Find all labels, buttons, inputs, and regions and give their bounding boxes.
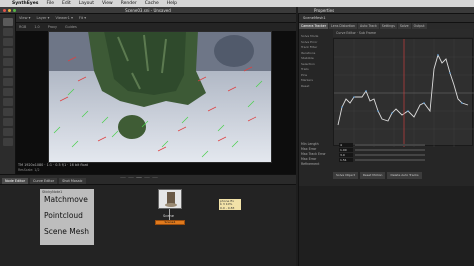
param-label: Max Error xyxy=(301,157,317,161)
note-node[interactable]: phone fix b 3 10% 0.0 - 0.83 xyxy=(219,199,241,210)
menu-app[interactable]: SynthEyes xyxy=(8,1,42,6)
measure-tool-icon[interactable] xyxy=(3,138,13,146)
solve-error-curve xyxy=(334,39,474,147)
reset-motion-button[interactable]: Reset Motion xyxy=(359,172,386,179)
param-label: Max Error xyxy=(301,147,317,151)
crop-tool-icon[interactable] xyxy=(3,38,13,46)
text-tool-icon[interactable] xyxy=(3,108,13,116)
param-row: Refinement xyxy=(301,162,473,167)
mesh-tool-icon[interactable] xyxy=(3,88,13,96)
app-window: SynthEyes File Edit Layout View Render C… xyxy=(0,0,474,266)
zoom-tool-icon[interactable] xyxy=(3,118,13,126)
node-editor[interactable]: StickyNote1 Matchmove Pointcloud Scene M… xyxy=(0,184,296,266)
properties-header: SceneMesh1 xyxy=(299,14,474,23)
tracker-tool-icon[interactable] xyxy=(3,68,13,76)
properties-panel: SceneMesh1 Camera Tracker Lens Distortio… xyxy=(298,14,474,266)
tab-camera-tracker[interactable]: Camera Tracker xyxy=(299,23,329,29)
sticky-line-scene-mesh: Scene Mesh xyxy=(44,227,89,236)
properties-window-title: Properties xyxy=(314,8,335,13)
param-field[interactable]: 1.51 xyxy=(339,157,353,162)
guides-toggle[interactable]: Guides xyxy=(65,25,77,29)
note-line-3: 0.0 - 0.83 xyxy=(220,205,235,210)
param-field[interactable]: 4 xyxy=(339,142,353,147)
solve-parameters: Min Length 4 Max Error 1.00 Max Track Er… xyxy=(301,142,473,167)
sticky-line-pointcloud: Pointcloud xyxy=(44,211,83,220)
hand-tool-icon[interactable] xyxy=(3,128,13,136)
select-tool-icon[interactable] xyxy=(3,18,13,26)
param-field[interactable]: 3.0 xyxy=(339,152,353,157)
properties-list: Solve Mode Solve Error Track Filter Iter… xyxy=(301,34,331,89)
viewer-status: TM 1920x1080 · 1:1 · 0.5 f/1 · 16 bit fl… xyxy=(18,163,88,167)
param-slider[interactable] xyxy=(355,153,425,156)
viewer-window-titlebar: Scene03.sni - Unsaved xyxy=(0,7,296,14)
sticky-note-title: StickyNote1 xyxy=(42,190,63,194)
transform-tool-icon[interactable] xyxy=(3,28,13,36)
left-toolbar xyxy=(0,14,16,174)
window-title: Scene03.sni - Unsaved xyxy=(125,7,171,13)
viewer-options-bar: RGB 1.0 Proxy Guides xyxy=(16,23,296,31)
sticky-line-matchmove: Matchmove xyxy=(44,195,88,204)
proxy-toggle[interactable]: Proxy xyxy=(48,25,57,29)
param-label: Max Track Error xyxy=(301,152,326,156)
zoom-icon[interactable] xyxy=(13,9,16,12)
viewer-toolbar: View ▾ Layer ▾ Viewer1 ▾ Fit ▾ xyxy=(16,14,296,23)
param-field[interactable]: 1.00 xyxy=(339,147,353,152)
menu-help[interactable]: Help xyxy=(163,1,181,6)
param-slider[interactable] xyxy=(355,158,425,161)
menu-cache[interactable]: Cache xyxy=(141,1,163,6)
properties-window-titlebar: Properties xyxy=(298,7,474,14)
mask-tool-icon[interactable] xyxy=(3,58,13,66)
viewer-fit-menu[interactable]: Fit ▾ xyxy=(79,16,86,20)
viewer-image[interactable] xyxy=(48,31,272,163)
light-tool-icon[interactable] xyxy=(3,98,13,106)
minimize-icon[interactable] xyxy=(8,9,11,12)
menu-edit[interactable]: Edit xyxy=(58,1,75,6)
curve-toolbar: Curve Editor · Sub Frame xyxy=(333,29,473,37)
menu-render[interactable]: Render xyxy=(117,1,141,6)
prop-row[interactable]: Reset xyxy=(301,84,331,90)
param-slider[interactable] xyxy=(355,148,425,151)
gain-field[interactable]: 1.0 xyxy=(34,25,39,29)
scene-thumbnail-image xyxy=(159,190,181,208)
tracked-footage-image xyxy=(48,31,272,163)
scene-node-label: Scene xyxy=(163,214,174,218)
solve-object-button[interactable]: Solve Object xyxy=(333,172,358,179)
menubar: SynthEyes File Edit Layout View Render C… xyxy=(0,0,474,7)
param-label: Refinement xyxy=(301,162,320,166)
viewer-res-scale: ResScale: 1/2 xyxy=(18,168,40,172)
paint-tool-icon[interactable] xyxy=(3,48,13,56)
viewer-layer-menu[interactable]: Layer ▾ xyxy=(36,16,49,20)
curve-graph[interactable] xyxy=(333,38,474,147)
close-icon[interactable] xyxy=(3,9,6,12)
channel-selector[interactable]: RGB xyxy=(19,25,26,29)
solve-buttons: Solve Object Reset Motion Delete Auto Tr… xyxy=(333,172,473,182)
window-controls xyxy=(3,9,16,12)
viewer-panel: View ▾ Layer ▾ Viewer1 ▾ Fit ▾ RGB 1.0 P… xyxy=(16,14,296,174)
param-label: Min Length xyxy=(301,142,319,146)
menu-layout[interactable]: Layout xyxy=(75,1,98,6)
properties-empty-area xyxy=(299,186,474,266)
scene-node[interactable]: Scene1 xyxy=(155,220,185,225)
viewer-view-menu[interactable]: View ▾ xyxy=(19,16,30,20)
camera-tool-icon[interactable] xyxy=(3,78,13,86)
param-slider[interactable] xyxy=(355,143,425,146)
menu-file[interactable]: File xyxy=(42,1,58,6)
delete-auto-tracks-button[interactable]: Delete Auto Tracks xyxy=(387,172,422,179)
scene-node-thumbnail[interactable] xyxy=(158,189,182,209)
sticky-note[interactable]: StickyNote1 Matchmove Pointcloud Scene M… xyxy=(40,189,94,245)
menu-view[interactable]: View xyxy=(98,1,117,6)
viewer-name-menu[interactable]: Viewer1 ▾ xyxy=(55,16,72,20)
